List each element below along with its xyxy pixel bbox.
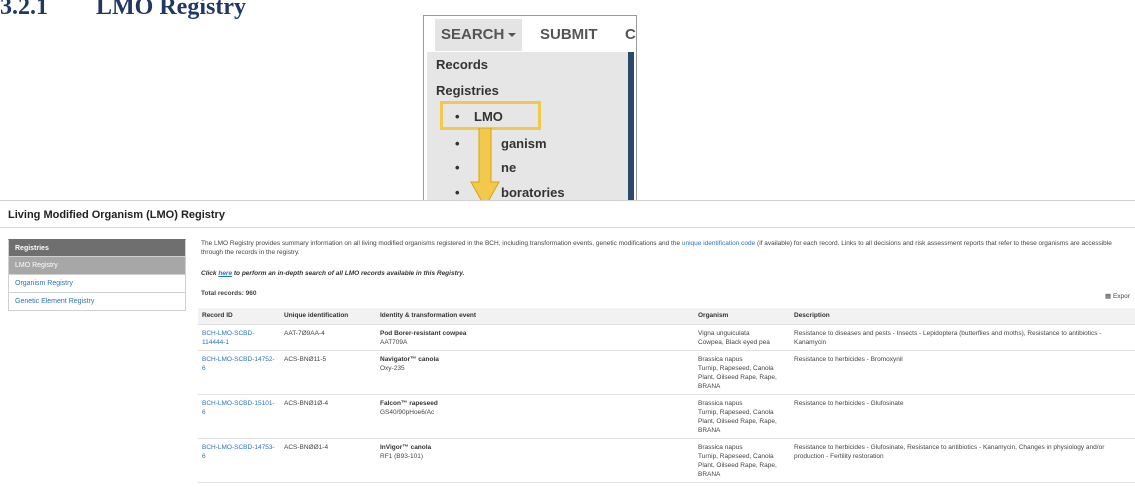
page-title: Living Modified Organism (LMO) Registry xyxy=(8,209,225,221)
export-label: Expor xyxy=(1112,293,1130,300)
description-cell: Resistance to herbicides - Glufosinate, … xyxy=(790,438,1135,483)
organism-name: Brassica napus xyxy=(698,443,743,451)
table-row: BCH-LMO-SCBD-114444-1 AAT-7Ø9AA-4 Pod Bo… xyxy=(198,324,1135,351)
dropdown-gene[interactable]: ne xyxy=(501,160,516,175)
sidebar-header-registries: Registries xyxy=(8,239,186,257)
organism-name: Brassica napus xyxy=(698,355,743,363)
total-records: Total records: 960 xyxy=(201,290,257,297)
description-cell: Resistance to diseases and pests - Insec… xyxy=(790,324,1135,351)
transformation-event: AAT709A xyxy=(380,338,408,346)
record-id-link[interactable]: BCH-LMO-SCBD-14752-6 xyxy=(202,356,275,372)
organism-common-names: Turnip, Rapeseed, Canola Plant, Oilseed … xyxy=(698,364,777,390)
table-icon: ▦ xyxy=(1105,293,1112,300)
table-row: BCH-LMO-SCBD-14752-6 ACS-BNØ11-5 Navigat… xyxy=(198,350,1135,395)
caret-down-icon xyxy=(508,33,517,38)
submit-menu-button[interactable]: SUBMIT xyxy=(540,26,598,43)
bullet-icon: • xyxy=(455,160,460,175)
column-header-record-id[interactable]: Record ID xyxy=(198,308,280,325)
unique-id-cell: ACS-BNØØ1-4 xyxy=(280,438,376,483)
dropdown-registries[interactable]: Registries xyxy=(436,83,499,98)
transformation-event: GS40/90pHoe6/Ac xyxy=(380,408,435,416)
identity-name: InVigor™ canola xyxy=(380,443,432,451)
organism-common-names: Turnip, Rapeseed, Canola Plant, Oilseed … xyxy=(698,452,777,478)
lmo-highlight-box xyxy=(440,101,541,130)
table-header-row: Record ID Unique identification Identity… xyxy=(198,308,1135,325)
lmo-registry-page: Living Modified Organism (LMO) Registry … xyxy=(0,200,1135,496)
organism-name: Vigna unguiculata xyxy=(698,329,750,337)
description-cell: Resistance to herbicides - Bromoxynil xyxy=(790,350,1135,395)
sidebar-item-lmo-registry[interactable]: LMO Registry xyxy=(8,257,186,275)
dropdown-organism[interactable]: ganism xyxy=(501,136,547,151)
bullet-icon: • xyxy=(455,185,460,200)
identity-name: Pod Borer-resistant cowpea xyxy=(380,329,467,337)
lmo-records-table: Record ID Unique identification Identity… xyxy=(198,308,1135,483)
column-header-unique-identification[interactable]: Unique identification xyxy=(280,308,376,325)
description-cell: Resistance to herbicides - Glufosinate xyxy=(790,394,1135,439)
section-title: LMO Registry xyxy=(96,0,246,20)
sidebar-item-genetic-element-registry[interactable]: Genetic Element Registry xyxy=(8,293,186,311)
organism-common-names: Cowpea, Black eyed pea xyxy=(698,338,770,346)
column-header-description[interactable]: Description xyxy=(790,308,1135,325)
unique-id-cell: AAT-7Ø9AA-4 xyxy=(280,324,376,351)
column-header-organism[interactable]: Organism xyxy=(694,308,790,325)
table-row: BCH-LMO-SCBD-14753-6 ACS-BNØØ1-4 InVigor… xyxy=(198,438,1135,483)
background-strip xyxy=(628,52,634,204)
search-prompt-suffix: to perform an in-depth search of all LMO… xyxy=(232,270,465,277)
search-prompt-prefix: Click xyxy=(201,270,219,277)
record-id-link[interactable]: BCH-LMO-SCBD-14753-6 xyxy=(202,444,275,460)
column-header-identity[interactable]: Identity & transformation event xyxy=(376,308,694,325)
table-row: BCH-LMO-SCBD-15101-6 ACS-BNØ1Ø-4 Falcon™… xyxy=(198,394,1135,439)
sidebar-item-organism-registry[interactable]: Organism Registry xyxy=(8,275,186,293)
search-prompt: Click here to perform an in-depth search… xyxy=(201,270,464,277)
search-menu-button[interactable]: SEARCH xyxy=(435,19,523,51)
section-number: 3.2.1 xyxy=(0,0,48,20)
organism-name: Brassica napus xyxy=(698,399,743,407)
bullet-icon: • xyxy=(455,136,460,151)
intro-text: The LMO Registry provides summary inform… xyxy=(201,240,682,247)
registry-sidebar: Registries LMO Registry Organism Registr… xyxy=(8,239,186,311)
transformation-event: RF1 (B93-101) xyxy=(380,452,423,460)
search-menu-label: SEARCH xyxy=(441,26,505,43)
dropdown-records[interactable]: Records xyxy=(436,57,488,72)
divider xyxy=(0,227,1135,228)
unique-identification-link[interactable]: unique identification code xyxy=(682,240,755,247)
top-nav-bar: SEARCH SUBMIT C xyxy=(424,16,636,52)
transformation-event: Oxy-235 xyxy=(380,364,405,372)
unique-id-cell: ACS-BNØ1Ø-4 xyxy=(280,394,376,439)
next-menu-button[interactable]: C xyxy=(625,26,636,43)
registry-intro: The LMO Registry provides summary inform… xyxy=(201,239,1131,257)
record-id-link[interactable]: BCH-LMO-SCBD-114444-1 xyxy=(202,330,254,346)
section-heading: 3.2.1 LMO Registry xyxy=(0,0,246,21)
unique-id-cell: ACS-BNØ11-5 xyxy=(280,350,376,395)
identity-name: Falcon™ rapeseed xyxy=(380,399,438,407)
export-button[interactable]: ▦ Expor xyxy=(1105,292,1130,300)
record-id-link[interactable]: BCH-LMO-SCBD-15101-6 xyxy=(202,400,275,416)
down-arrow-icon xyxy=(470,128,500,208)
here-link[interactable]: here xyxy=(218,270,232,277)
organism-common-names: Turnip, Rapeseed, Canola Plant, Oilseed … xyxy=(698,408,777,434)
dropdown-laboratories[interactable]: boratories xyxy=(501,185,565,200)
identity-name: Navigator™ canola xyxy=(380,355,439,363)
